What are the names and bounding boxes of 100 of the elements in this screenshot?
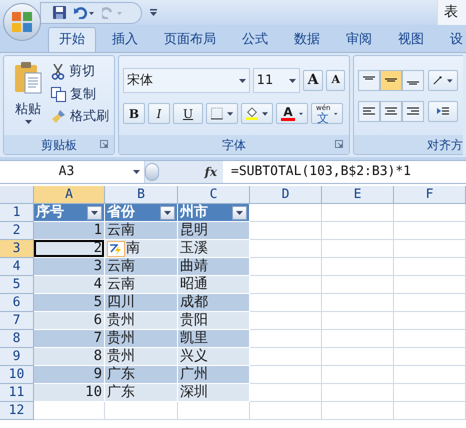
horizontal-align-button[interactable] <box>380 101 402 122</box>
copy-button[interactable]: 复制 <box>51 84 109 104</box>
row-header[interactable]: 12 <box>0 402 34 420</box>
table-cell-text: 10 <box>85 383 102 402</box>
column-header[interactable]: E <box>322 186 394 204</box>
table-cell-text: 玉溪 <box>180 239 208 258</box>
active-cell-border <box>34 240 104 257</box>
table-cell-text: 4 <box>94 275 102 294</box>
dropdown-caret-icon <box>91 210 98 214</box>
table-cell-text: 5 <box>94 293 102 312</box>
formula-input[interactable]: =SUBTOTAL(103,B$2:B3)*1 <box>231 162 412 182</box>
table-cell-text: 3 <box>94 257 102 276</box>
shrink-font-button[interactable]: A <box>326 70 345 91</box>
ribbon-tab[interactable]: 数据 <box>284 27 330 52</box>
filter-dropdown-button[interactable] <box>87 206 102 220</box>
row-header[interactable]: 6 <box>0 294 34 312</box>
row-header[interactable]: 3 <box>0 240 34 258</box>
table-cell-text: 凯里 <box>180 329 208 348</box>
vertical-align-button[interactable] <box>358 70 380 91</box>
table-cell-text: 广东 <box>107 365 135 384</box>
autocorrect-options-icon[interactable] <box>107 240 125 256</box>
ribbon-tab[interactable]: 审阅 <box>336 27 382 52</box>
dropdown-caret-icon <box>24 120 32 124</box>
bold-button[interactable]: B <box>123 103 145 124</box>
borders-button[interactable] <box>206 103 238 124</box>
table-cell-text: 广州 <box>180 365 208 384</box>
row-header[interactable]: 10 <box>0 366 34 384</box>
column-header[interactable]: F <box>394 186 466 204</box>
dropdown-caret-icon <box>164 210 171 214</box>
table-cell-text: 7 <box>94 329 102 348</box>
dropdown-caret-icon <box>226 112 233 116</box>
indent-icon <box>437 107 449 116</box>
row-header[interactable]: 7 <box>0 312 34 330</box>
select-all-corner[interactable] <box>0 186 34 204</box>
format-painter-button[interactable]: 格式刷 <box>51 107 109 126</box>
dropdown-caret-icon <box>447 78 453 82</box>
office-button[interactable] <box>3 3 41 41</box>
ribbon-tab[interactable]: 插入 <box>102 27 148 52</box>
row-header[interactable]: 11 <box>0 384 34 402</box>
dropdown-caret-icon <box>299 112 303 116</box>
dialog-launcher-icon[interactable] <box>100 140 108 148</box>
font-name-field[interactable]: 宋体 <box>123 68 250 93</box>
column-header[interactable]: D <box>250 186 322 204</box>
undo-icon[interactable] <box>74 6 94 18</box>
table-cell-text: 1 <box>94 221 102 240</box>
grow-font-button[interactable]: A <box>302 70 324 91</box>
angled-text-icon <box>433 75 444 86</box>
ribbon-tab[interactable]: 开始 <box>48 27 96 52</box>
filter-dropdown-button[interactable] <box>160 206 175 220</box>
filter-dropdown-button[interactable] <box>232 206 247 220</box>
ribbon-tab[interactable]: 公式 <box>232 27 278 52</box>
row-header[interactable]: 8 <box>0 330 34 348</box>
fill-color-button[interactable] <box>241 103 273 124</box>
underline-button[interactable]: U <box>173 103 203 124</box>
font-color-button[interactable]: A <box>276 103 308 124</box>
column-header[interactable]: B <box>105 186 178 204</box>
horizontal-align-button[interactable] <box>358 101 380 122</box>
table-cell-text: 云南 <box>107 275 135 294</box>
column-heading: 州市 <box>180 202 208 222</box>
table-cell-text: 四川 <box>107 293 135 312</box>
redo-icon[interactable] <box>102 6 122 18</box>
row-header[interactable]: 2 <box>0 222 34 240</box>
row-header[interactable]: 9 <box>0 348 34 366</box>
row-header[interactable]: 4 <box>0 258 34 276</box>
paste-button[interactable]: 粘贴 <box>7 62 49 124</box>
clipboard-icon <box>14 62 42 94</box>
vertical-align-button[interactable] <box>380 70 402 91</box>
dialog-launcher-icon[interactable] <box>335 140 343 148</box>
align-lines-icon <box>363 107 375 116</box>
save-icon[interactable] <box>53 6 66 19</box>
ribbon-tab[interactable]: 页面布局 <box>154 27 226 52</box>
splitter-handle[interactable] <box>145 163 159 181</box>
paintbrush-icon <box>51 109 66 124</box>
horizontal-align-button[interactable] <box>402 101 424 122</box>
table-cell-text: 云南 <box>107 221 135 240</box>
paint-bucket-icon <box>246 106 258 121</box>
dropdown-caret-icon <box>133 170 140 174</box>
customize-toolbar-icon[interactable] <box>150 9 157 16</box>
ribbon-tab[interactable]: 设 <box>440 27 466 52</box>
insert-function-button[interactable]: fx <box>204 163 217 181</box>
font-size-field[interactable]: 11 <box>252 68 300 93</box>
italic-button[interactable]: I <box>148 103 170 124</box>
orientation-button[interactable] <box>428 70 458 91</box>
column-heading: 省份 <box>107 203 135 222</box>
row-header[interactable]: 1 <box>0 204 34 222</box>
vertical-align-button[interactable] <box>402 70 424 91</box>
group-label: 字体 <box>222 136 246 154</box>
table-cell-text: 成都 <box>180 293 208 312</box>
table-cell-text: 8 <box>94 347 102 366</box>
table-cell-text: 曲靖 <box>180 257 208 276</box>
column-header[interactable]: C <box>178 186 250 204</box>
column-header[interactable]: A <box>34 186 105 204</box>
cut-button[interactable]: 剪切 <box>51 62 109 82</box>
row-header[interactable]: 5 <box>0 276 34 294</box>
ribbon-tab[interactable]: 视图 <box>388 27 434 52</box>
indent-button[interactable] <box>428 101 458 122</box>
color-bar-icon <box>281 118 295 120</box>
table-cell-text: 贵州 <box>107 311 135 330</box>
align-lines-icon <box>407 107 419 116</box>
window-title: 表 <box>437 0 466 25</box>
